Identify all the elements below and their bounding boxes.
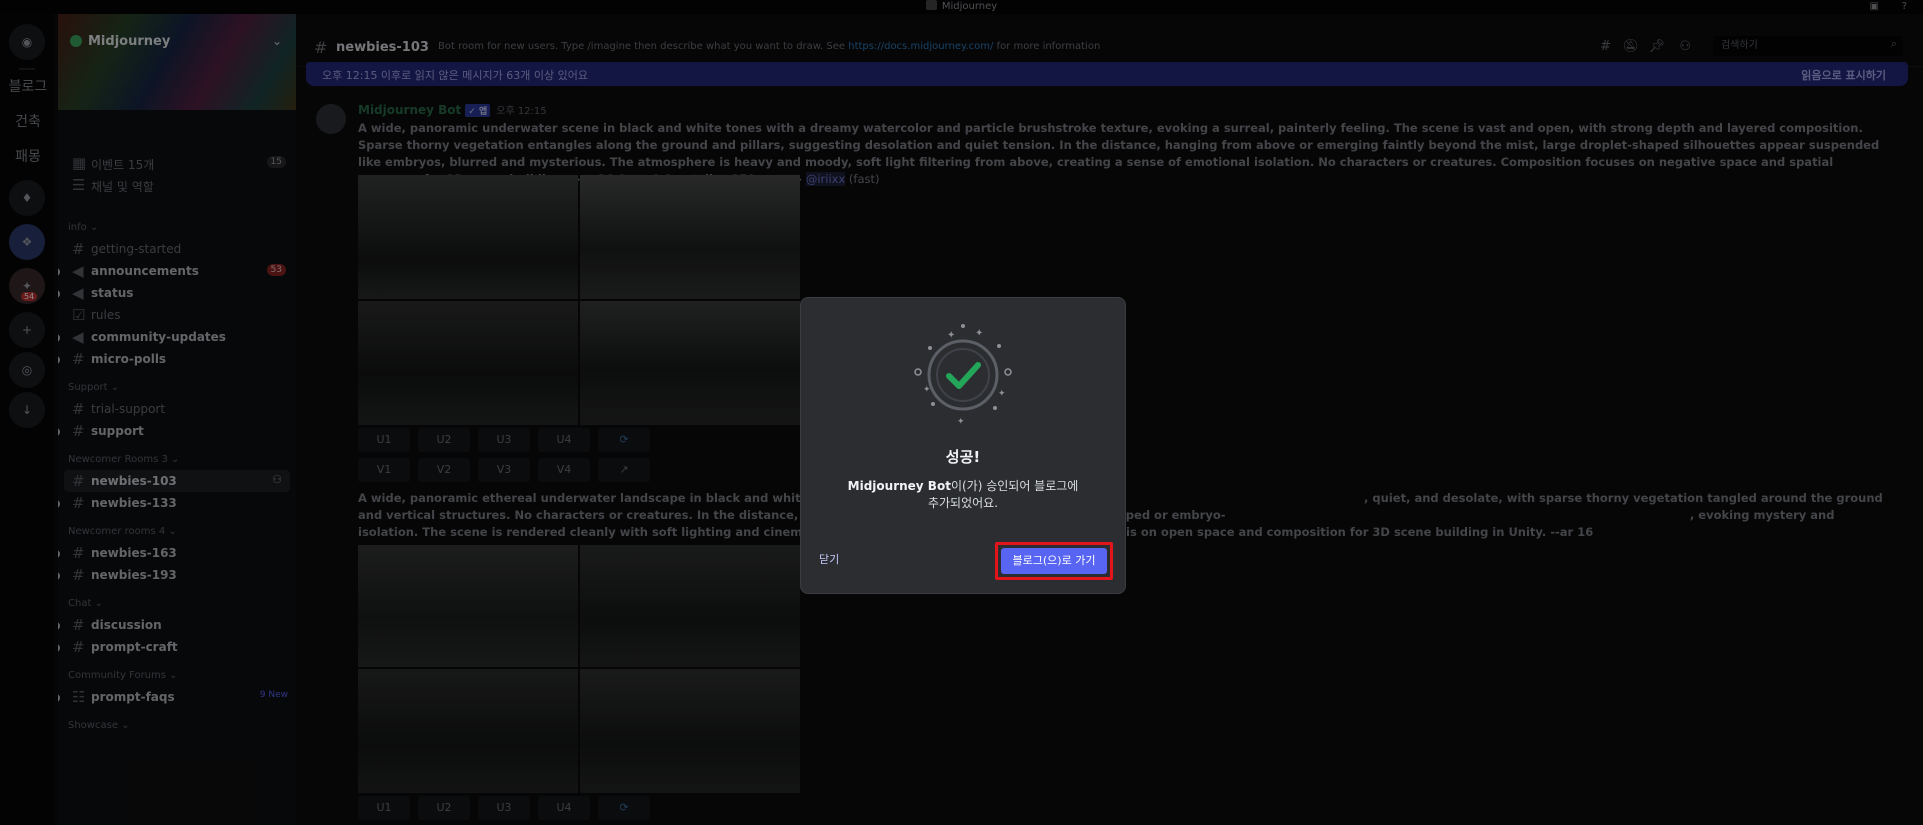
success-check-icon: ✦ ✦ ✦ ✦ ✦ (914, 324, 1012, 427)
close-button[interactable]: 닫기 (819, 551, 839, 567)
svg-text:✦: ✦ (923, 385, 931, 395)
svg-text:✦: ✦ (998, 389, 1006, 399)
success-modal: ✦ ✦ ✦ ✦ ✦ 성공! Midjourney Bot이(가) 승인되어 블로… (800, 297, 1126, 594)
svg-text:✦: ✦ (957, 417, 965, 427)
modal-message: Midjourney Bot이(가) 승인되어 블로그에 추가되었어요. (847, 479, 1079, 510)
go-to-blog-highlight: 블로그(으)로 가기 (995, 542, 1113, 580)
svg-text:✦: ✦ (947, 330, 955, 341)
go-to-blog-button[interactable]: 블로그(으)로 가기 (1001, 548, 1107, 574)
modal-title: 성공! (945, 448, 981, 466)
svg-text:✦: ✦ (975, 328, 983, 339)
